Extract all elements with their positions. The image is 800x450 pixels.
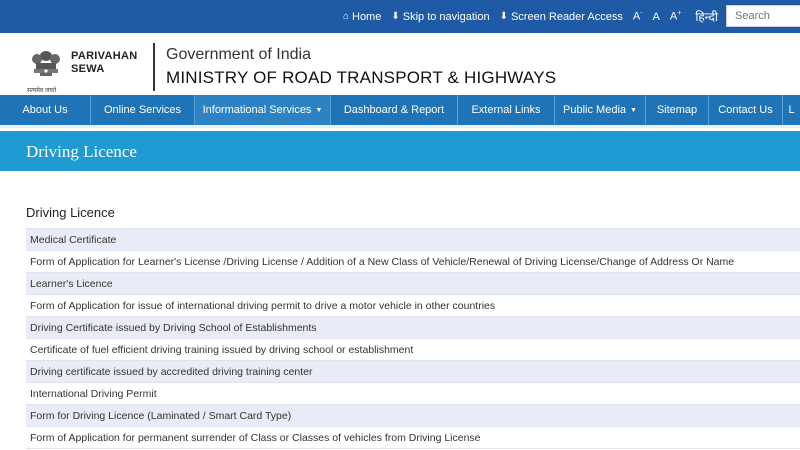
list-item[interactable]: Form of Application for issue of interna…	[26, 295, 800, 317]
font-normal-button[interactable]: A	[653, 11, 660, 23]
list-item[interactable]: Form of Application for Learner's Licens…	[26, 251, 800, 273]
list-item[interactable]: Driving Certificate issued by Driving Sc…	[26, 317, 800, 339]
list-item[interactable]: Learner's Licence	[26, 273, 800, 295]
list-item[interactable]: Certificate of fuel efficient driving tr…	[26, 339, 800, 361]
chevron-down-icon: ▼	[315, 106, 323, 114]
nav-dashboard-report[interactable]: Dashboard & Report	[331, 95, 458, 125]
nav-more[interactable]: L	[783, 95, 800, 125]
list-item[interactable]: Form for Driving Licence (Laminated / Sm…	[26, 405, 800, 427]
nav-contact-us[interactable]: Contact Us	[709, 95, 783, 125]
home-link[interactable]: ⌂ Home	[343, 11, 381, 23]
nav-online-services[interactable]: Online Services	[91, 95, 195, 125]
government-title: Government of India	[166, 46, 311, 63]
brand-line-1: PARIVAHAN	[71, 50, 138, 62]
nav-external-links[interactable]: External Links	[458, 95, 555, 125]
skip-label: Skip to navigation	[402, 10, 490, 23]
brand-line-2: SEWA	[71, 63, 105, 75]
section-heading: Driving Licence	[26, 205, 115, 220]
header-divider	[153, 43, 155, 91]
top-utility-bar: ⌂ Home ⬇ Skip to navigation ⬇ Screen Rea…	[0, 0, 800, 33]
arrow-down-icon: ⬇	[391, 11, 400, 22]
nav-public-media[interactable]: Public Media ▼	[555, 95, 646, 125]
screen-reader-link[interactable]: ⬇ Screen Reader Access	[500, 11, 623, 23]
font-size-controls: A- A A+	[633, 10, 681, 23]
page-title: Driving Licence	[26, 142, 137, 161]
main-navigation: About Us Online Services Informational S…	[0, 95, 800, 125]
list-item[interactable]: Medical Certificate	[26, 229, 800, 251]
font-increase-button[interactable]: A+	[670, 10, 681, 23]
nav-about-us[interactable]: About Us	[0, 95, 91, 125]
emblem-caption: सत्यमेव जयते	[27, 88, 57, 94]
ministry-title: MINISTRY OF ROAD TRANSPORT & HIGHWAYS	[166, 68, 557, 87]
nav-sitemap[interactable]: Sitemap	[646, 95, 709, 125]
hindi-language-link[interactable]: हिन्दी	[695, 8, 718, 25]
home-icon: ⌂	[342, 11, 349, 22]
page-title-band: Driving Licence	[0, 131, 800, 171]
chevron-down-icon: ▼	[630, 106, 637, 114]
nav-informational-services[interactable]: Informational Services ▼	[195, 95, 331, 125]
nav-underline	[0, 125, 800, 128]
licence-forms-list: Medical Certificate Form of Application …	[26, 228, 800, 449]
screen-reader-label: Screen Reader Access	[510, 10, 623, 23]
home-label: Home	[352, 10, 382, 23]
site-header: सत्यमेव जयते PARIVAHAN SEWA Government o…	[0, 33, 800, 95]
list-item[interactable]: Driving certificate issued by accredited…	[26, 361, 800, 383]
skip-navigation-link[interactable]: ⬇ Skip to navigation	[391, 11, 489, 23]
search-input[interactable]	[726, 5, 800, 27]
parivahan-logo[interactable]: PARIVAHAN SEWA	[71, 50, 137, 76]
list-item[interactable]: International Driving Permit	[26, 383, 800, 405]
utility-links: ⌂ Home ⬇ Skip to navigation ⬇ Screen Rea…	[343, 0, 718, 33]
arrow-down-icon: ⬇	[499, 11, 508, 22]
list-item[interactable]: Form of Application for permanent surren…	[26, 427, 800, 449]
font-decrease-button[interactable]: A-	[633, 10, 643, 23]
